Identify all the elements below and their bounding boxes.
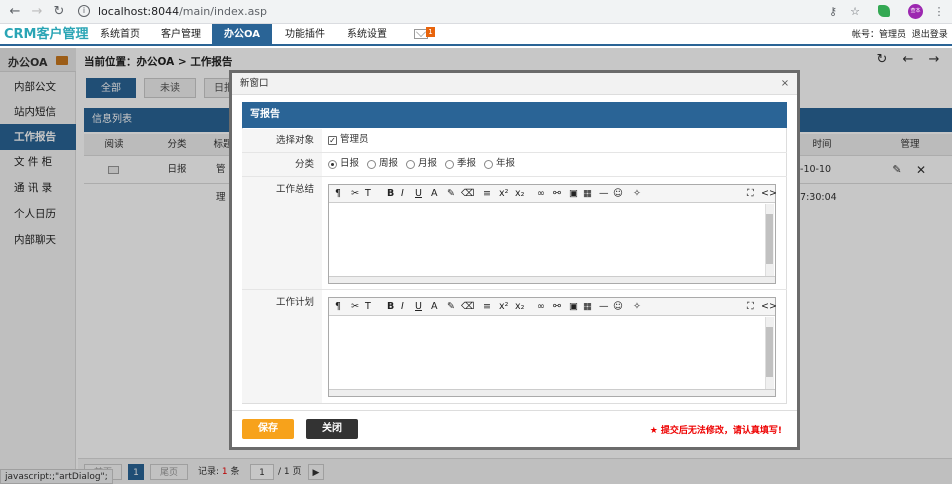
- italic-icon[interactable]: I: [401, 185, 404, 203]
- horizontal-rule-icon[interactable]: —: [599, 298, 609, 316]
- mail-count-badge: 1: [426, 27, 435, 37]
- radio-weekly-label: 周报: [379, 158, 399, 169]
- source-code-icon[interactable]: <>: [761, 298, 777, 316]
- radio-daily-label: 日报: [340, 158, 360, 169]
- eraser-icon[interactable]: ⌫: [461, 298, 474, 316]
- url-path: /main/index.asp: [179, 5, 268, 18]
- reload-icon[interactable]: ↻: [50, 3, 68, 21]
- plan-editor-toolbar: ¶ ✂ T B I U A ✎ ⌫ ≡ x² x₂ ∞ ⚯ ▣ ▦ — ☺ ✧ ⛶ <>: [329, 298, 777, 316]
- underline-icon[interactable]: U: [415, 298, 422, 316]
- font-size-icon[interactable]: T: [365, 298, 371, 316]
- plan-scroll-thumb[interactable]: [766, 327, 773, 377]
- summary-resize-handle[interactable]: [329, 276, 775, 283]
- url-host: localhost:8044: [98, 5, 180, 18]
- nav-plugins[interactable]: 功能插件: [276, 24, 334, 46]
- key-icon[interactable]: ⚷: [824, 3, 842, 21]
- clear-format-icon[interactable]: ✧: [633, 298, 641, 316]
- paragraph-icon[interactable]: ¶: [335, 185, 341, 203]
- target-option: 管理员: [340, 134, 369, 145]
- forward-icon[interactable]: →: [28, 3, 46, 21]
- fullscreen-icon[interactable]: ⛶: [747, 185, 754, 203]
- font-color-icon[interactable]: A: [431, 298, 438, 316]
- radio-weekly[interactable]: [367, 160, 376, 169]
- image-icon[interactable]: ▣: [569, 185, 578, 203]
- highlight-icon[interactable]: ✎: [447, 298, 455, 316]
- format-painter-icon[interactable]: ✂: [351, 298, 359, 316]
- superscript-icon[interactable]: x²: [499, 298, 508, 316]
- plan-label: 工作计划: [275, 297, 314, 308]
- app-logo: CRM客户管理: [4, 27, 89, 42]
- dialog-title[interactable]: 新窗口: [232, 73, 797, 95]
- nav-home[interactable]: 系统首页: [92, 24, 148, 46]
- underline-icon[interactable]: U: [415, 185, 422, 203]
- table-icon[interactable]: ▦: [583, 185, 592, 203]
- logout-link[interactable]: 退出登录: [912, 30, 948, 40]
- bold-icon[interactable]: B: [387, 298, 394, 316]
- extension-icon[interactable]: [878, 5, 890, 17]
- paragraph-icon[interactable]: ¶: [335, 298, 341, 316]
- bold-icon[interactable]: B: [387, 185, 394, 203]
- font-color-icon[interactable]: A: [431, 185, 438, 203]
- menu-icon[interactable]: ⋮: [930, 3, 948, 21]
- radio-quarterly[interactable]: [445, 160, 454, 169]
- warning-text: ★ 提交后无法修改，请认真填写!: [649, 426, 782, 436]
- address-bar[interactable]: localhost:8044/main/index.asp: [98, 2, 898, 21]
- subscript-icon[interactable]: x₂: [515, 298, 524, 316]
- plan-resize-handle[interactable]: [329, 389, 775, 396]
- radio-monthly-label: 月报: [418, 158, 438, 169]
- radio-yearly[interactable]: [484, 160, 493, 169]
- dialog-close-icon[interactable]: ×: [778, 75, 792, 93]
- close-button[interactable]: 关闭: [306, 419, 358, 439]
- align-icon[interactable]: ≡: [483, 298, 491, 316]
- radio-quarterly-label: 季报: [457, 158, 477, 169]
- source-code-icon[interactable]: <>: [761, 185, 777, 203]
- profile-avatar[interactable]: 查本: [908, 4, 923, 19]
- font-size-icon[interactable]: T: [365, 185, 371, 203]
- table-icon[interactable]: ▦: [583, 298, 592, 316]
- account-area: 帐号：管理员 退出登录: [852, 24, 948, 46]
- horizontal-rule-icon[interactable]: —: [599, 185, 609, 203]
- plan-text-area[interactable]: [330, 317, 764, 389]
- form-title: 写报告: [242, 102, 787, 128]
- emoji-icon[interactable]: ☺: [613, 185, 623, 203]
- radio-yearly-label: 年报: [496, 158, 516, 169]
- summary-scroll-thumb[interactable]: [766, 214, 773, 264]
- back-icon[interactable]: ←: [6, 3, 24, 21]
- clear-format-icon[interactable]: ✧: [633, 185, 641, 203]
- link-icon[interactable]: ∞: [537, 298, 545, 316]
- eraser-icon[interactable]: ⌫: [461, 185, 474, 203]
- radio-daily[interactable]: [328, 160, 337, 169]
- image-icon[interactable]: ▣: [569, 298, 578, 316]
- unlink-icon[interactable]: ⚯: [553, 298, 561, 316]
- target-checkbox[interactable]: ✓: [328, 136, 337, 145]
- unlink-icon[interactable]: ⚯: [553, 185, 561, 203]
- save-button[interactable]: 保存: [242, 419, 294, 439]
- italic-icon[interactable]: I: [401, 298, 404, 316]
- star-icon[interactable]: ☆: [846, 3, 864, 21]
- divider: [232, 410, 797, 411]
- format-painter-icon[interactable]: ✂: [351, 185, 359, 203]
- fullscreen-icon[interactable]: ⛶: [747, 298, 754, 316]
- nav-office-oa[interactable]: 办公OA: [212, 24, 272, 46]
- align-icon[interactable]: ≡: [483, 185, 491, 203]
- nav-settings[interactable]: 系统设置: [338, 24, 396, 46]
- summary-editor-toolbar: ¶ ✂ T B I U A ✎ ⌫ ≡ x² x₂ ∞ ⚯ ▣ ▦ — ☺ ✧ ⛶ <>: [329, 185, 777, 203]
- emoji-icon[interactable]: ☺: [613, 298, 623, 316]
- radio-monthly[interactable]: [406, 160, 415, 169]
- subscript-icon[interactable]: x₂: [515, 185, 524, 203]
- account-label: 帐号：管理员: [852, 30, 907, 40]
- form-row-target: [242, 129, 787, 153]
- superscript-icon[interactable]: x²: [499, 185, 508, 203]
- highlight-icon[interactable]: ✎: [447, 185, 455, 203]
- target-label: 选择对象: [275, 135, 314, 146]
- category-label: 分类: [294, 159, 314, 170]
- summary-label: 工作总结: [275, 184, 314, 195]
- summary-text-area[interactable]: [330, 204, 764, 276]
- info-icon[interactable]: i: [78, 5, 90, 17]
- link-icon[interactable]: ∞: [537, 185, 545, 203]
- nav-customers[interactable]: 客户管理: [152, 24, 210, 46]
